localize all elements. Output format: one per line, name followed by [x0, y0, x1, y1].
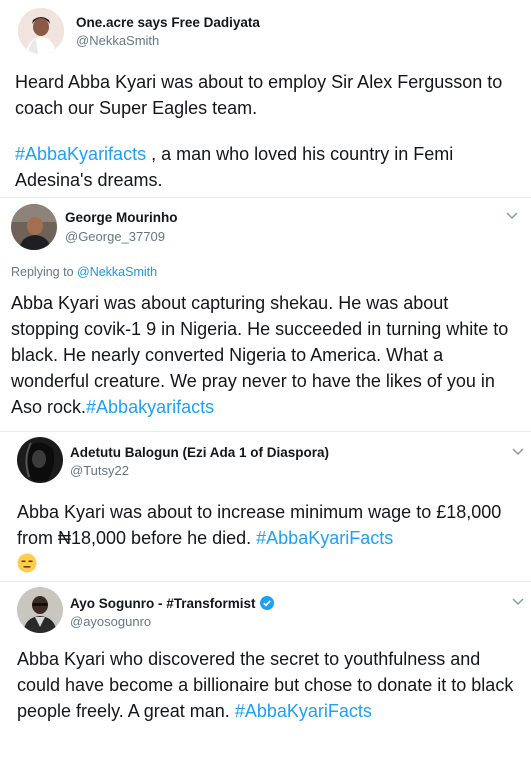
- avatar[interactable]: [17, 587, 63, 633]
- tweet-2[interactable]: George Mourinho @George_37709 Replying t…: [0, 197, 531, 432]
- tweet-paragraph: #AbbaKyarifacts , a man who loved his co…: [15, 141, 517, 193]
- user-handle[interactable]: @ayosogunro: [70, 614, 151, 629]
- tweet-paragraph: Abba Kyari was about to increase minimum…: [17, 499, 517, 580]
- display-name[interactable]: George Mourinho: [65, 210, 178, 225]
- chevron-down-icon[interactable]: [512, 444, 524, 459]
- avatar[interactable]: [11, 204, 57, 250]
- tweet-paragraph: Heard Abba Kyari was about to employ Sir…: [15, 72, 503, 118]
- avatar-image: [18, 8, 64, 54]
- chevron-down-icon[interactable]: [506, 208, 518, 223]
- user-handle[interactable]: @George_37709: [65, 229, 165, 244]
- avatar-image: [17, 437, 63, 483]
- avatar-image: [17, 587, 63, 633]
- replying-to: Replying to @NekkaSmith: [11, 265, 157, 279]
- hashtag-link[interactable]: #Abbakyarifacts: [86, 397, 214, 417]
- hashtag-link[interactable]: #AbbaKyarifacts: [15, 144, 146, 164]
- tweet-text: Heard Abba Kyari was about to employ Sir…: [15, 69, 517, 193]
- avatar[interactable]: [18, 8, 64, 54]
- display-name-text: Ayo Sogunro - #Transformist: [70, 596, 256, 611]
- tweet-3[interactable]: Adetutu Balogun (Ezi Ada 1 of Diaspora) …: [0, 431, 531, 582]
- chevron-down-icon[interactable]: [512, 594, 524, 609]
- display-name[interactable]: Adetutu Balogun (Ezi Ada 1 of Diaspora): [70, 445, 329, 460]
- tweet-4[interactable]: Ayo Sogunro - #Transformist @ayosogunro …: [0, 581, 531, 763]
- verified-badge-icon: [259, 596, 274, 613]
- reply-prefix: Replying to: [11, 265, 78, 279]
- tweet-1[interactable]: One.acre says Free Dadiyata @NekkaSmith …: [0, 0, 531, 197]
- hashtag-link[interactable]: #AbbaKyariFacts: [256, 528, 393, 548]
- expressionless-face-emoji: [17, 553, 37, 580]
- tweet-text: Abba Kyari was about to increase minimum…: [17, 499, 517, 580]
- avatar[interactable]: [17, 437, 63, 483]
- avatar-image: [11, 204, 57, 250]
- display-name[interactable]: Ayo Sogunro - #Transformist: [70, 596, 274, 613]
- hashtag-link[interactable]: #AbbaKyariFacts: [235, 701, 372, 721]
- tweet-text: Abba Kyari who discovered the secret to …: [17, 646, 517, 724]
- display-name[interactable]: One.acre says Free Dadiyata: [76, 15, 260, 30]
- tweet-paragraph: Abba Kyari was about capturing shekau. H…: [11, 290, 517, 420]
- reply-to-link[interactable]: @NekkaSmith: [77, 265, 157, 279]
- tweet-paragraph: Abba Kyari who discovered the secret to …: [17, 646, 517, 724]
- user-handle[interactable]: @Tutsy22: [70, 463, 129, 478]
- tweet-text: Abba Kyari was about capturing shekau. H…: [11, 290, 517, 420]
- user-handle[interactable]: @NekkaSmith: [76, 33, 159, 48]
